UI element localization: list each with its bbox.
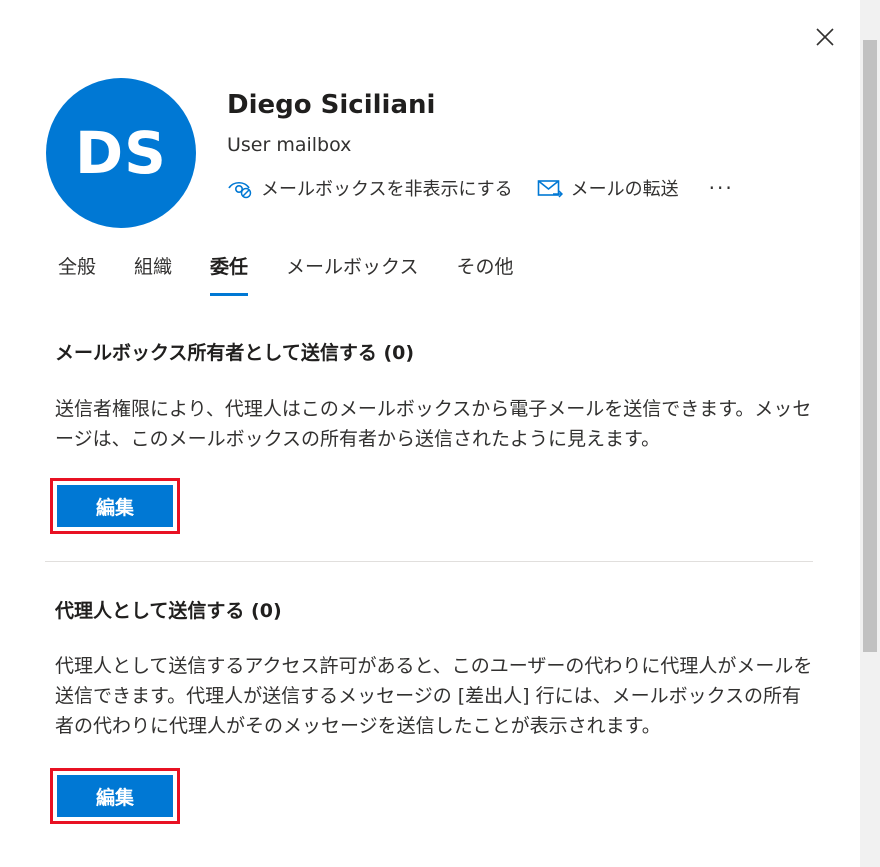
hide-mailbox-button[interactable]: メールボックスを非表示にする: [227, 175, 513, 201]
send-as-edit-button[interactable]: 編集: [57, 485, 173, 527]
send-as-title: メールボックス所有者として送信する (0): [55, 342, 415, 364]
send-on-behalf-description: 代理人として送信するアクセス許可があると、このユーザーの代わりに代理人がメールを…: [55, 655, 813, 737]
section-divider: [45, 561, 813, 562]
tab-bar: 全般 組織 委任 メールボックス その他: [58, 250, 552, 296]
tab-others[interactable]: その他: [456, 250, 513, 296]
hide-mailbox-label: メールボックスを非表示にする: [261, 179, 513, 200]
forward-mail-label: メールの転送: [570, 179, 679, 200]
tab-delegation[interactable]: 委任: [210, 250, 249, 296]
user-name: Diego Siciliani: [227, 90, 436, 120]
send-as-description: 送信者権限により、代理人はこのメールボックスから電子メールを送信できます。メッセ…: [55, 398, 812, 450]
mail-forward-icon: [537, 177, 563, 199]
vertical-scrollbar[interactable]: [860, 0, 880, 867]
more-options-button[interactable]: ···: [709, 178, 734, 198]
hide-eye-icon: [227, 177, 253, 199]
tab-organization[interactable]: 組織: [134, 250, 172, 296]
mailbox-type: User mailbox: [227, 134, 352, 156]
forward-mail-button[interactable]: メールの転送: [537, 175, 679, 201]
send-on-behalf-edit-button[interactable]: 編集: [57, 775, 173, 817]
mailbox-details-panel: DS Diego Siciliani User mailbox メールボックスを…: [0, 0, 860, 867]
close-icon: [816, 28, 834, 46]
send-as-edit-highlight: 編集: [50, 478, 180, 534]
send-on-behalf-title: 代理人として送信する (0): [55, 600, 282, 622]
send-on-behalf-edit-highlight: 編集: [50, 768, 180, 824]
close-button[interactable]: [810, 22, 840, 52]
action-bar: メールボックスを非表示にする メールの転送 ···: [227, 174, 734, 202]
tab-general[interactable]: 全般: [58, 250, 96, 296]
tab-mailbox[interactable]: メールボックス: [286, 250, 418, 296]
scrollbar-thumb[interactable]: [863, 40, 877, 652]
avatar: DS: [46, 78, 196, 228]
